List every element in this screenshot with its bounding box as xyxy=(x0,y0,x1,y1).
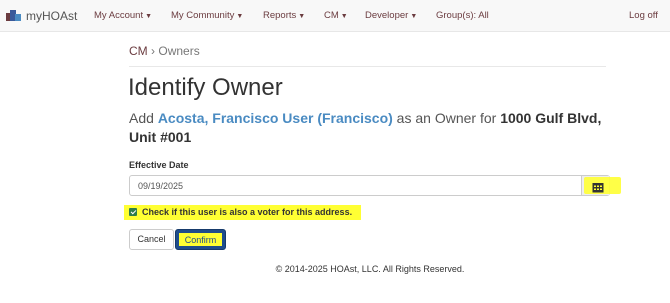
nav-label: Group(s): All xyxy=(436,10,489,21)
effective-date-group xyxy=(129,175,610,196)
confirm-button[interactable]: Confirm xyxy=(175,229,226,250)
user-name-link[interactable]: Acosta, Francisco User (Francisco) xyxy=(158,110,393,126)
nav-label: Developer xyxy=(365,10,409,21)
nav-label: My Account xyxy=(94,10,144,21)
footer: © 2014-2025 HOAst, LLC. All Rights Reser… xyxy=(275,264,465,274)
confirm-label: Confirm xyxy=(179,233,222,246)
nav-reports[interactable]: Reports ▼ xyxy=(263,0,305,31)
nav-label: Reports xyxy=(263,10,297,21)
subtitle-middle: as an Owner for xyxy=(392,110,501,126)
breadcrumb-cm-link[interactable]: CM xyxy=(129,44,148,58)
voter-checkbox[interactable] xyxy=(129,208,137,216)
caret-down-icon: ▼ xyxy=(410,13,418,20)
caret-down-icon: ▼ xyxy=(340,13,348,20)
nav-my-account[interactable]: My Account ▼ xyxy=(94,0,152,31)
cancel-button[interactable]: Cancel xyxy=(129,229,174,250)
brand-name: myHOAst xyxy=(26,8,78,23)
breadcrumb-separator: › xyxy=(151,44,156,58)
logoff-label: Log off xyxy=(629,10,658,21)
nav-label: My Community xyxy=(171,10,235,21)
voter-checkbox-row[interactable]: Check if this user is also a voter for t… xyxy=(129,207,352,217)
subtitle: Add Acosta, Francisco User (Francisco) a… xyxy=(129,109,609,147)
subtitle-prefix: Add xyxy=(129,110,158,126)
nav-label: CM xyxy=(324,10,339,21)
brand[interactable]: myHOAst xyxy=(6,0,77,31)
caret-down-icon: ▼ xyxy=(145,13,153,20)
nav-cm[interactable]: CM ▼ xyxy=(324,0,348,31)
top-navbar: myHOAst My Account ▼ My Community ▼ Report… xyxy=(0,0,670,32)
page-title: Identify Owner xyxy=(128,74,283,101)
voter-checkbox-label: Check if this user is also a voter for t… xyxy=(142,207,353,217)
effective-date-label: Effective Date xyxy=(129,160,189,170)
nav-logoff[interactable]: Log off xyxy=(629,0,658,31)
calendar-icon[interactable] xyxy=(592,180,604,193)
nav-groups[interactable]: Group(s): All xyxy=(436,0,489,31)
breadcrumb-current: Owners xyxy=(158,44,200,58)
nav-developer[interactable]: Developer ▼ xyxy=(365,0,417,31)
divider xyxy=(129,66,606,67)
caret-down-icon: ▼ xyxy=(236,13,244,20)
effective-date-input[interactable] xyxy=(130,176,581,195)
nav-my-community[interactable]: My Community ▼ xyxy=(171,0,243,31)
breadcrumb: CM › Owners xyxy=(129,44,200,58)
caret-down-icon: ▼ xyxy=(298,13,306,20)
logo-icon xyxy=(6,9,22,23)
